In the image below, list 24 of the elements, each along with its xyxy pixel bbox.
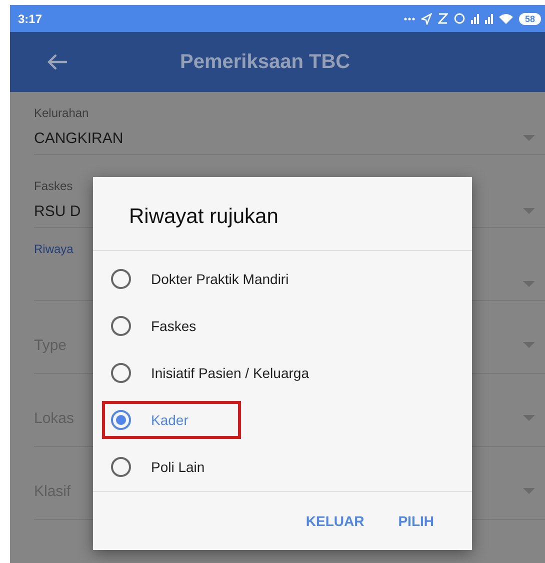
radio-button[interactable] bbox=[111, 268, 131, 288]
dialog-title: Riwayat rujukan bbox=[93, 177, 472, 251]
back-arrow-icon[interactable] bbox=[46, 53, 68, 71]
field-label: Faskes bbox=[34, 179, 74, 193]
screen-title: Pemeriksaan TBC bbox=[180, 50, 350, 74]
signal-icon bbox=[470, 14, 479, 24]
radio-option[interactable]: Dokter Praktik Mandiri bbox=[111, 268, 289, 288]
more-notifications-icon bbox=[404, 16, 415, 20]
dropdown-value: CANGKIRAN bbox=[34, 130, 124, 146]
battery-icon: 58 bbox=[518, 12, 541, 24]
radio-button[interactable] bbox=[111, 456, 131, 476]
field-label: Riwaya bbox=[34, 242, 74, 256]
radio-button[interactable] bbox=[111, 316, 131, 336]
status-time: 3:17 bbox=[18, 12, 42, 26]
radio-button[interactable] bbox=[111, 362, 131, 382]
field-label: Kelurahan bbox=[34, 106, 90, 120]
radio-option[interactable]: Poli Lain bbox=[111, 456, 205, 476]
radio-option[interactable]: Inisiatif Pasien / Keluarga bbox=[111, 362, 309, 382]
radio-option[interactable]: Faskes bbox=[111, 316, 196, 336]
signal-icon bbox=[484, 14, 493, 24]
radio-button[interactable] bbox=[111, 410, 131, 430]
location-icon bbox=[420, 12, 432, 24]
dropdown-value: RSU D bbox=[34, 202, 81, 220]
wifi-icon bbox=[498, 13, 513, 24]
